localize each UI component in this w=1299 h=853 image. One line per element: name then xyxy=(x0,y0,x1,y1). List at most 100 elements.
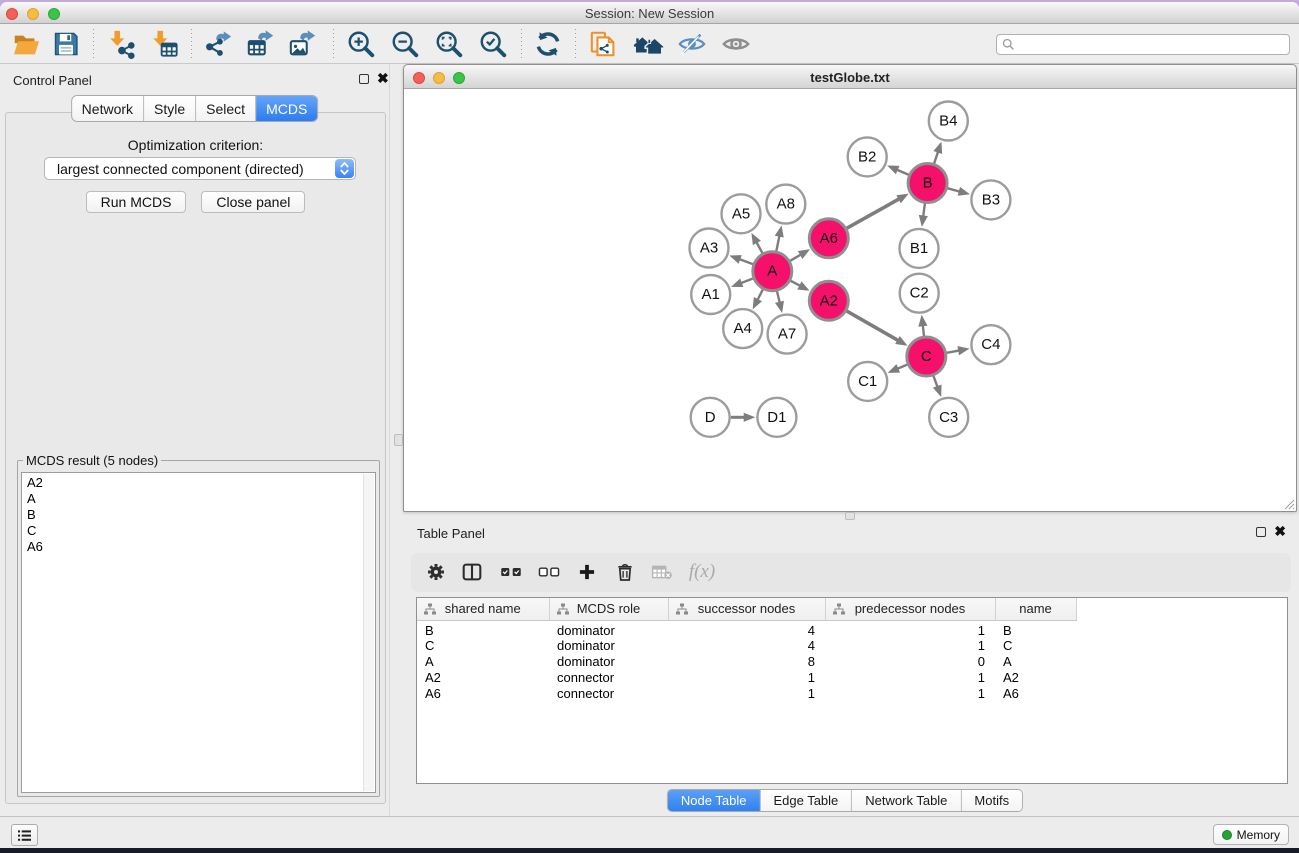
edge-A-A8[interactable] xyxy=(776,235,779,251)
cell[interactable]: C xyxy=(995,638,1076,654)
tab-mcds[interactable]: MCDS xyxy=(256,96,317,121)
search-input[interactable] xyxy=(1015,35,1289,54)
resize-grip-icon[interactable] xyxy=(1282,497,1295,510)
mcds-result-item[interactable]: A6 xyxy=(24,539,362,555)
cell[interactable]: A2 xyxy=(995,670,1076,686)
run-mcds-button[interactable]: Run MCDS xyxy=(86,191,187,213)
horizontal-splitter-handle[interactable] xyxy=(845,512,855,520)
home-icon[interactable] xyxy=(632,28,664,60)
edge-B-B4[interactable] xyxy=(934,151,938,164)
cell[interactable]: 1 xyxy=(668,670,825,686)
tab-select[interactable]: Select xyxy=(196,96,256,121)
column-header-MCDS-role[interactable]: MCDS role xyxy=(549,598,668,620)
edge-C-C4[interactable] xyxy=(947,350,961,352)
edge-B-B2[interactable] xyxy=(896,169,909,175)
cell[interactable]: C xyxy=(417,638,549,654)
tab-edge-table[interactable]: Edge Table xyxy=(760,790,852,811)
cell[interactable]: connector xyxy=(549,686,668,702)
cell[interactable]: 1 xyxy=(825,620,995,638)
mcds-result-item[interactable]: B xyxy=(24,507,362,523)
tab-motifs[interactable]: Motifs xyxy=(961,790,1022,811)
cell[interactable]: connector xyxy=(549,670,668,686)
show-column-icon[interactable] xyxy=(463,564,482,581)
table-row[interactable]: Adominator80A xyxy=(417,654,1287,670)
mcds-result-list[interactable]: A2ABCA6 xyxy=(21,472,376,793)
open-file-icon[interactable] xyxy=(10,28,42,60)
edge-A2-C[interactable] xyxy=(847,311,899,341)
cell[interactable]: dominator xyxy=(549,638,668,654)
select-all-columns-icon[interactable] xyxy=(500,567,521,577)
hide-selected-icon[interactable] xyxy=(676,28,708,60)
mcds-result-item[interactable]: A2 xyxy=(24,475,362,491)
cell[interactable]: 0 xyxy=(825,654,995,670)
mcds-result-item[interactable]: A xyxy=(24,491,362,507)
network-window-titlebar[interactable]: testGlobe.txt xyxy=(404,65,1296,89)
save-session-icon[interactable] xyxy=(50,28,82,60)
table-row[interactable]: Bdominator41B xyxy=(417,620,1287,638)
search-field[interactable] xyxy=(996,34,1290,55)
cell[interactable]: dominator xyxy=(549,654,668,670)
create-column-icon[interactable] xyxy=(579,564,596,581)
cell[interactable]: A2 xyxy=(417,670,549,686)
tab-style[interactable]: Style xyxy=(144,96,196,121)
tab-node-table[interactable]: Node Table xyxy=(668,790,761,811)
cell[interactable]: A6 xyxy=(995,686,1076,702)
cell[interactable]: dominator xyxy=(549,620,668,638)
task-history-button[interactable] xyxy=(11,824,38,846)
cell[interactable]: A6 xyxy=(417,686,549,702)
edge-A-A6[interactable] xyxy=(790,254,802,261)
float-panel-icon[interactable] xyxy=(359,74,369,84)
cell[interactable]: A xyxy=(417,654,549,670)
close-panel-icon[interactable]: ✖ xyxy=(377,73,389,84)
edge-A-A1[interactable] xyxy=(740,279,753,284)
float-table-panel-icon[interactable] xyxy=(1256,527,1266,537)
column-header-name[interactable]: name xyxy=(995,598,1076,620)
zoom-fit-icon[interactable] xyxy=(433,28,465,60)
cell[interactable]: 8 xyxy=(668,654,825,670)
table-row[interactable]: Cdominator41C xyxy=(417,638,1287,654)
cell[interactable]: B xyxy=(995,620,1076,638)
cell[interactable]: 1 xyxy=(825,686,995,702)
cell[interactable]: 4 xyxy=(668,620,825,638)
edge-A6-B[interactable] xyxy=(847,198,901,228)
export-network-icon[interactable] xyxy=(203,28,235,60)
node-table[interactable]: shared nameMCDS rolesuccessor nodesprede… xyxy=(416,597,1288,784)
edge-A-A5[interactable] xyxy=(756,241,762,253)
zoom-out-icon[interactable] xyxy=(389,28,421,60)
zoom-in-icon[interactable] xyxy=(345,28,377,60)
tab-network-table[interactable]: Network Table xyxy=(852,790,961,811)
vertical-splitter-handle[interactable] xyxy=(394,434,403,446)
delete-columns-icon[interactable] xyxy=(616,563,633,582)
unselect-all-columns-icon[interactable] xyxy=(539,567,560,577)
table-row[interactable]: A6connector11A6 xyxy=(417,686,1287,702)
memory-button[interactable]: Memory xyxy=(1213,824,1289,845)
table-row[interactable]: A2connector11A2 xyxy=(417,670,1287,686)
import-network-icon[interactable] xyxy=(105,28,137,60)
close-panel-button[interactable]: Close panel xyxy=(201,191,305,213)
edge-A-A3[interactable] xyxy=(738,259,753,264)
mcds-result-item[interactable]: C xyxy=(24,523,362,539)
mcds-list-scrollbar[interactable] xyxy=(363,474,374,791)
export-table-icon[interactable] xyxy=(245,28,277,60)
cell[interactable]: 1 xyxy=(668,686,825,702)
criterion-dropdown[interactable]: largest connected component (directed) xyxy=(44,157,356,180)
network-canvas[interactable]: B4B2BB3A5A8A6B1A3AA1C2A2A4A7C4CC1C3DD1 xyxy=(404,90,1296,511)
close-table-panel-icon[interactable]: ✖ xyxy=(1274,526,1286,537)
cell[interactable]: 1 xyxy=(825,670,995,686)
cell[interactable]: A xyxy=(995,654,1076,670)
edge-B-B1[interactable] xyxy=(923,204,925,218)
tab-network[interactable]: Network xyxy=(72,96,144,121)
table-options-icon[interactable] xyxy=(427,563,446,582)
cell[interactable]: B xyxy=(417,620,549,638)
column-header-successor-nodes[interactable]: successor nodes xyxy=(668,598,825,620)
cell[interactable]: 4 xyxy=(668,638,825,654)
column-header-shared-name[interactable]: shared name xyxy=(417,598,549,620)
clone-network-icon[interactable] xyxy=(588,28,620,60)
import-table-icon[interactable] xyxy=(148,28,180,60)
cell[interactable]: 1 xyxy=(825,638,995,654)
export-image-icon[interactable] xyxy=(287,28,319,60)
column-header-predecessor-nodes[interactable]: predecessor nodes xyxy=(825,598,995,620)
zoom-selected-icon[interactable] xyxy=(477,28,509,60)
apply-layout-icon[interactable] xyxy=(532,28,564,60)
show-all-icon[interactable] xyxy=(720,28,752,60)
